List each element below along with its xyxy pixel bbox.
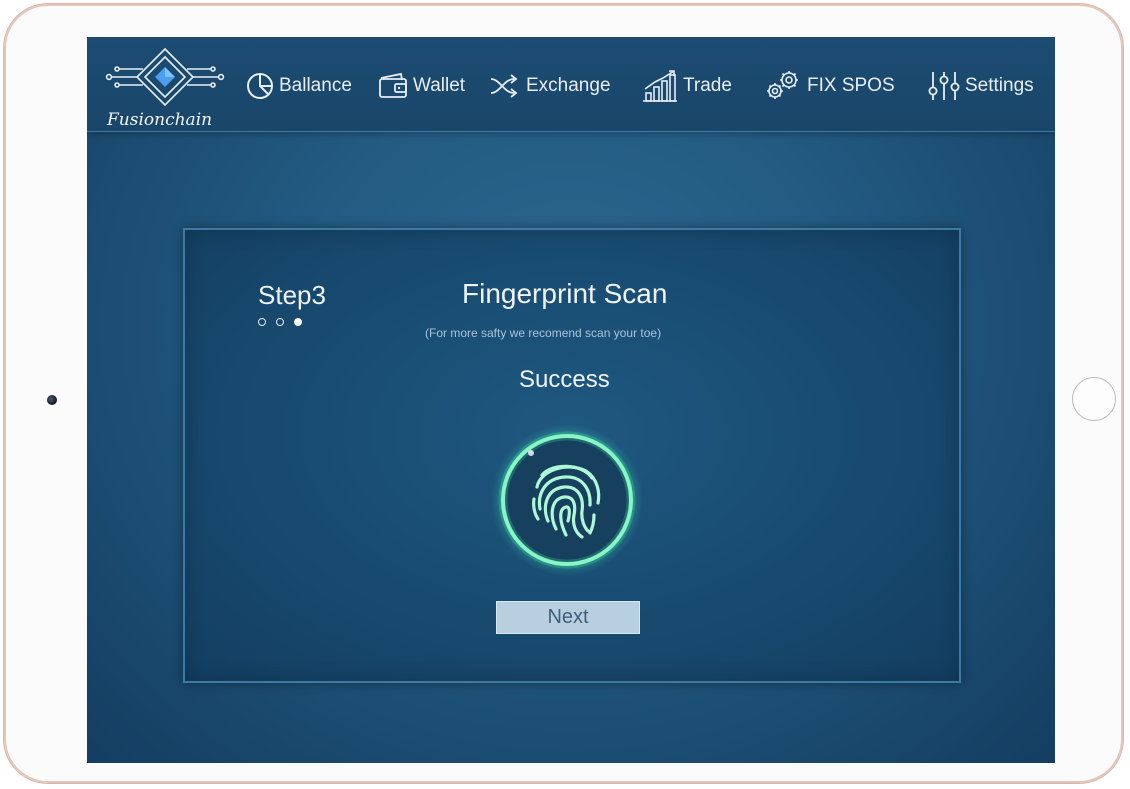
step-indicator <box>258 318 302 326</box>
step-dot-1 <box>258 318 266 326</box>
nav-item-settings[interactable]: Settings <box>927 71 1034 101</box>
nav-item-exchange-label: Exchange <box>526 75 611 96</box>
step-label: Step3 <box>258 280 326 310</box>
nav-item-wallet[interactable]: Wallet <box>377 71 465 101</box>
app-name: Fusionchain <box>107 110 213 130</box>
wallet-icon <box>379 72 407 98</box>
next-button[interactable]: Next <box>496 601 640 634</box>
nav-item-exchange[interactable]: Exchange <box>488 71 611 101</box>
app-logo[interactable]: Fusionchain <box>101 43 229 130</box>
nav-item-settings-label: Settings <box>965 75 1034 96</box>
nav-item-trade-label: Trade <box>683 75 732 96</box>
nav-item-ballance[interactable]: Ballance <box>245 71 352 101</box>
nav-item-ballance-label: Ballance <box>279 75 352 96</box>
step-dot-2 <box>276 318 284 326</box>
nav-item-trade[interactable]: Trade <box>641 70 732 102</box>
scan-status: Success <box>519 366 610 393</box>
diamond-circuit-icon <box>105 47 225 107</box>
panel-title: Fingerprint Scan <box>462 278 668 309</box>
front-camera <box>47 395 57 405</box>
app-screen: Fusionchain Ballance Wallet Exchange Tra… <box>87 37 1055 763</box>
step-dot-3-active <box>294 318 302 326</box>
nav-item-fix-spos[interactable]: FIX SPOS <box>763 71 895 101</box>
home-button[interactable] <box>1072 377 1116 421</box>
nav-item-wallet-label: Wallet <box>413 75 466 96</box>
top-navigation-bar: Fusionchain Ballance Wallet Exchange Tra… <box>87 37 1055 132</box>
sliders-icon <box>928 72 960 100</box>
fingerprint-icon <box>491 424 643 576</box>
bar-chart-icon <box>643 70 677 102</box>
panel-subtitle: (For more safty we recomend scan your to… <box>425 326 662 340</box>
fingerprint-scanner[interactable] <box>490 423 644 577</box>
shuffle-icon <box>490 74 518 98</box>
gears-icon <box>767 71 798 99</box>
nav-item-fix-spos-label: FIX SPOS <box>807 75 895 96</box>
pie-chart-icon <box>247 73 273 99</box>
fingerprint-setup-panel: Step3 Fingerprint Scan (For more safty w… <box>183 228 961 683</box>
